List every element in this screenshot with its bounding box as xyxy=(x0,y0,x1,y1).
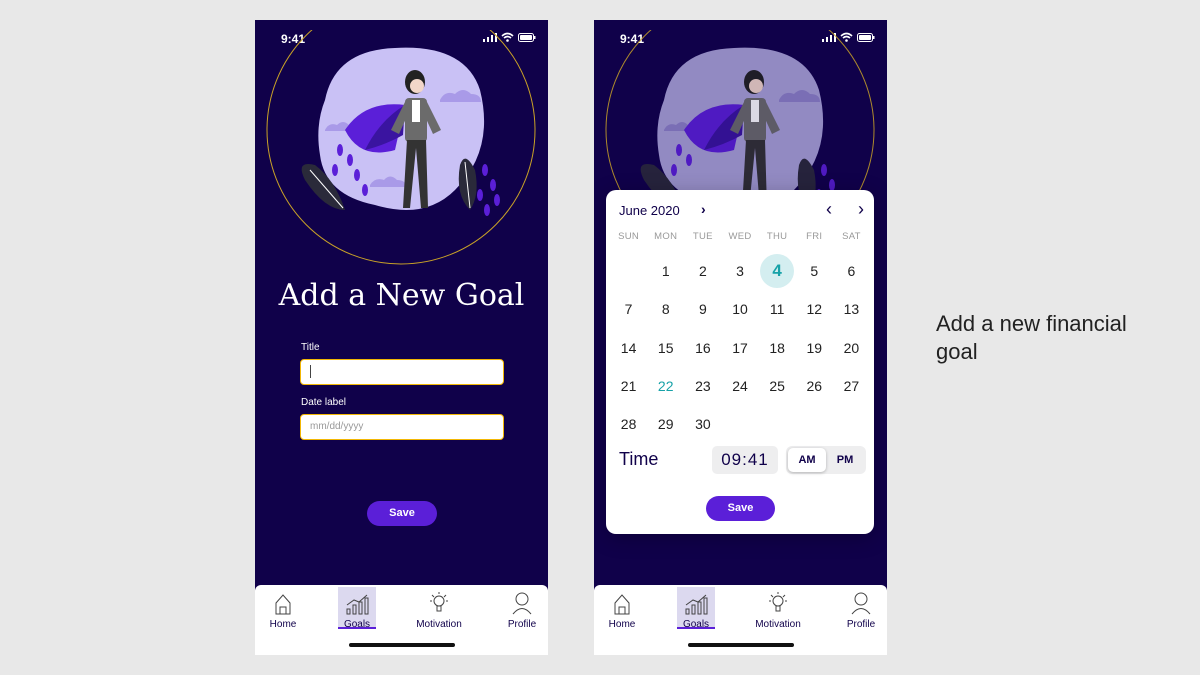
profile-icon xyxy=(851,592,871,615)
calendar-day[interactable]: 21 xyxy=(610,367,647,405)
lightbulb-icon xyxy=(769,592,787,612)
phone-screen-date-picker: 9:41 June 2020 › ‹ › SUN MON TUE WED THU… xyxy=(594,20,887,655)
title-field-label: Title xyxy=(301,342,320,353)
previous-month-chevron-icon[interactable]: ‹ xyxy=(826,199,832,220)
calendar-day[interactable]: 14 xyxy=(610,329,647,367)
weekday-label: TUE xyxy=(692,231,713,242)
weekday-label: SAT xyxy=(842,231,861,242)
month-expand-chevron-icon[interactable]: › xyxy=(701,201,706,217)
calendar-day[interactable]: 22 xyxy=(647,367,684,405)
weekday-label: WED xyxy=(728,231,752,242)
calendar-day-grid: 1 2 3 4 5 6 7 8 9 10 11 12 13 14 15 16 17 18 19 20 21 22 23 24 2… xyxy=(610,252,870,443)
hero-illustration xyxy=(266,30,536,265)
time-label: Time xyxy=(619,449,659,469)
calendar-day[interactable]: 27 xyxy=(833,367,870,405)
home-indicator xyxy=(688,643,794,647)
nav-item-profile[interactable]: Profile xyxy=(836,587,886,630)
save-button[interactable]: Save xyxy=(367,501,437,526)
title-input[interactable] xyxy=(300,359,504,385)
home-icon xyxy=(614,594,630,615)
calendar-day[interactable]: 5 xyxy=(796,252,833,290)
nav-item-home[interactable]: Home xyxy=(597,587,647,630)
weekday-label: FRI xyxy=(806,231,823,242)
home-indicator xyxy=(349,643,455,647)
date-picker: June 2020 › ‹ › SUN MON TUE WED THU FRI SAT 12… xyxy=(606,190,874,534)
calendar-day[interactable]: 10 xyxy=(721,290,758,328)
nav-item-home[interactable]: Home xyxy=(258,587,308,630)
nav-item-goals[interactable]: Goals xyxy=(677,587,715,630)
bottom-nav: Home Goals Motivation Profile xyxy=(255,585,548,655)
next-month-chevron-icon[interactable]: › xyxy=(858,199,864,220)
calendar-day[interactable]: 3 xyxy=(721,252,758,290)
calendar-day[interactable]: 1 xyxy=(647,252,684,290)
nav-item-motivation[interactable]: Motivation xyxy=(411,587,467,630)
calendar-day[interactable]: 6 xyxy=(833,252,870,290)
slide-caption: Add a new financial goal xyxy=(936,311,1127,364)
weekday-label: SUN xyxy=(618,231,640,242)
calendar-day[interactable]: 12 xyxy=(796,290,833,328)
weekday-header: SUN MON TUE WED THU FRI SAT xyxy=(610,231,870,242)
weekday-label: MON xyxy=(654,231,678,242)
page-title: Add a New Goal xyxy=(278,278,525,313)
calendar-day[interactable]: 13 xyxy=(833,290,870,328)
pm-option[interactable]: PM xyxy=(826,448,864,472)
calendar-day[interactable]: 15 xyxy=(647,329,684,367)
calendar-day[interactable]: 24 xyxy=(721,367,758,405)
calendar-day[interactable]: 16 xyxy=(684,329,721,367)
goals-chart-icon xyxy=(346,594,369,615)
am-pm-toggle: AM PM xyxy=(786,446,866,474)
calendar-day[interactable]: 28 xyxy=(610,405,647,443)
save-button[interactable]: Save xyxy=(706,496,775,521)
calendar-day[interactable]: 18 xyxy=(759,329,796,367)
calendar-day[interactable]: 29 xyxy=(647,405,684,443)
calendar-day[interactable]: 20 xyxy=(833,329,870,367)
text-caret xyxy=(310,364,311,378)
calendar-day[interactable]: 26 xyxy=(796,367,833,405)
calendar-day[interactable]: 17 xyxy=(721,329,758,367)
calendar-day[interactable]: 19 xyxy=(796,329,833,367)
time-input[interactable]: 09:41 xyxy=(712,446,778,474)
nav-item-profile[interactable]: Profile xyxy=(497,587,547,630)
selected-day-label: 4 xyxy=(760,254,795,289)
calendar-day[interactable]: 2 xyxy=(684,252,721,290)
goals-chart-icon xyxy=(685,594,708,615)
home-icon xyxy=(275,594,291,615)
calendar-day[interactable]: 30 xyxy=(684,405,721,443)
phone-screen-add-goal: 9:41 Add a New Goal Title Date label mm/… xyxy=(255,20,548,655)
lightbulb-icon xyxy=(430,592,448,612)
calendar-month-label[interactable]: June 2020 xyxy=(619,203,680,218)
calendar-day[interactable]: 7 xyxy=(610,290,647,328)
nav-item-goals[interactable]: Goals xyxy=(338,587,376,630)
nav-item-motivation[interactable]: Motivation xyxy=(750,587,806,630)
calendar-day[interactable]: 8 xyxy=(647,290,684,328)
profile-icon xyxy=(512,592,532,615)
am-option[interactable]: AM xyxy=(788,448,826,472)
date-input[interactable]: mm/dd/yyyy xyxy=(300,414,504,440)
bottom-nav: Home Goals Motivation Profile xyxy=(594,585,887,655)
calendar-day[interactable]: 25 xyxy=(759,367,796,405)
calendar-day[interactable]: 23 xyxy=(684,367,721,405)
calendar-empty-cell xyxy=(610,252,647,290)
calendar-day[interactable]: 9 xyxy=(684,290,721,328)
calendar-day[interactable]: 4 xyxy=(759,252,796,290)
weekday-label: THU xyxy=(766,231,788,242)
calendar-day[interactable]: 11 xyxy=(759,290,796,328)
date-field-label: Date label xyxy=(301,397,347,408)
